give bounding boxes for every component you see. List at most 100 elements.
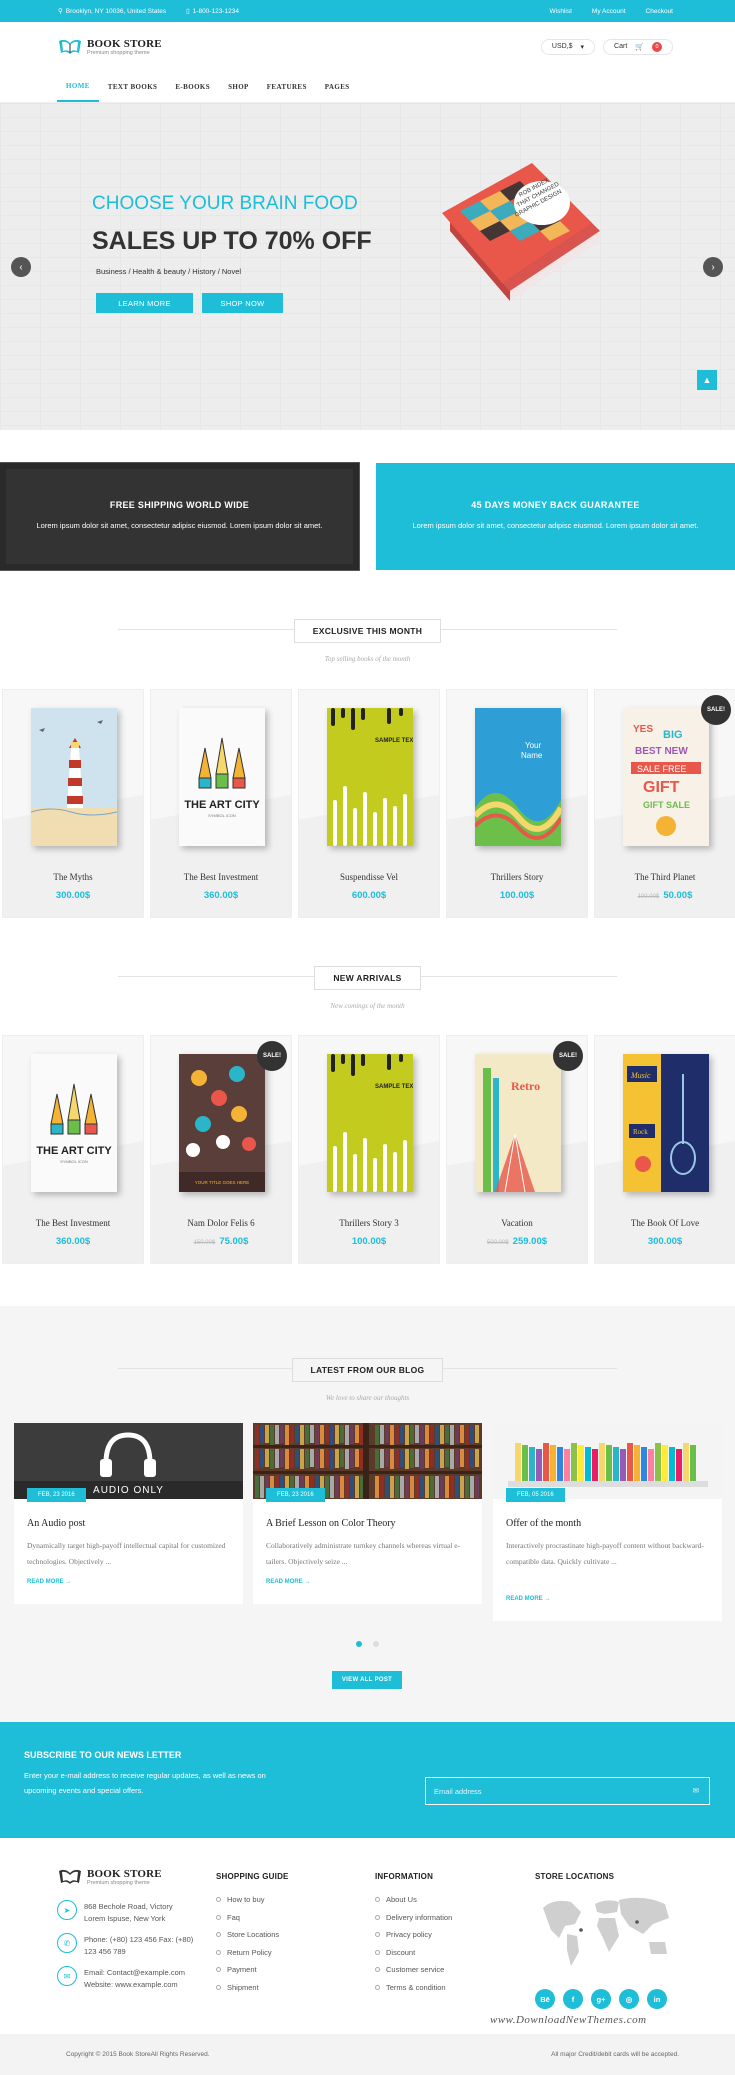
svg-text:Name: Name: [521, 751, 543, 760]
product-card[interactable]: SALE! YOUR TITLE GOES HERE Nam Dolor Felis…: [150, 1035, 292, 1264]
product-card[interactable]: SAMPLE TEXT Thrillers Story 3 100.00$: [298, 1035, 440, 1264]
send-icon[interactable]: ✉: [693, 1786, 699, 1795]
linkedin-icon[interactable]: in: [647, 1989, 667, 2009]
slider-prev-button[interactable]: ‹: [11, 257, 31, 277]
guide-link[interactable]: How to buy: [216, 1895, 265, 1904]
new-arrival-products: THE ART CITY SYMBOL ICON The Best Investme…: [2, 1035, 735, 1264]
product-cover-image[interactable]: Your Name: [475, 708, 561, 846]
info-link[interactable]: Privacy policy: [375, 1930, 432, 1939]
brand-tagline: Premium shopping theme: [87, 49, 150, 56]
google-plus-icon[interactable]: g+: [591, 1989, 611, 2009]
section-subtitle: Top selling books of the month: [324, 655, 411, 663]
product-price: 300.00$: [55, 890, 91, 901]
guide-link[interactable]: Faq: [216, 1913, 240, 1922]
post-title[interactable]: Offer of the month: [506, 1518, 581, 1529]
email-input[interactable]: Email address ✉: [425, 1777, 710, 1805]
product-card[interactable]: THE ART CITY SYMBOL ICON The Best Investme…: [2, 1035, 144, 1264]
blog-post[interactable]: FEB, 23 2016 A Brief Lesson on Color The…: [253, 1423, 482, 1604]
phone-icon: ▯: [186, 8, 190, 15]
product-name[interactable]: Thrillers Story 3: [299, 1218, 439, 1228]
guide-link[interactable]: Shipment: [216, 1983, 259, 1992]
info-link[interactable]: About Us: [375, 1895, 417, 1904]
product-name[interactable]: The Myths: [3, 872, 143, 882]
product-name[interactable]: Suspendisse Vel: [299, 872, 439, 882]
nav-features[interactable]: FEATURES: [258, 71, 316, 102]
section-title: EXCLUSIVE THIS MONTH: [293, 619, 442, 643]
post-title[interactable]: A Brief Lesson on Color Theory: [266, 1518, 396, 1529]
view-all-post-button[interactable]: VIEW ALL POST: [332, 1671, 402, 1689]
guide-link[interactable]: Store Locations: [216, 1930, 279, 1939]
footer-address: 868 Bechole Road, Victory Lorem Ispuse, N…: [84, 1902, 173, 1923]
payment-note: All major Credit/debit cards will be acc…: [551, 2051, 679, 2058]
my-account-link[interactable]: My Account: [592, 8, 626, 15]
cart-button[interactable]: Cart 🛒 0: [603, 38, 673, 55]
product-name[interactable]: Nam Dolor Felis 6: [151, 1218, 291, 1228]
section-subtitle: We love to share our thoughts: [325, 1394, 410, 1402]
blog-post[interactable]: AUDIO ONLY FEB, 23 2016 An Audio post Dy…: [14, 1423, 243, 1604]
product-cover-image[interactable]: Retro: [475, 1054, 561, 1192]
info-link[interactable]: Discount: [375, 1948, 415, 1957]
svg-text:Music: Music: [630, 1071, 651, 1080]
brand-name: BOOK STORE: [87, 37, 162, 50]
cart-icon: 🛒: [635, 43, 644, 51]
guide-link[interactable]: Payment: [216, 1965, 257, 1974]
product-cover-image[interactable]: SAMPLE TEXT: [327, 708, 413, 846]
info-link[interactable]: Customer service: [375, 1965, 444, 1974]
currency-select[interactable]: USD,$ ▾: [540, 38, 596, 55]
info-link[interactable]: Terms & condition: [375, 1983, 446, 1992]
read-more-link[interactable]: READ MORE →: [266, 1579, 310, 1585]
product-card[interactable]: THE ART CITY SYMBOL ICON The Best Investme…: [150, 689, 292, 918]
product-cover-image[interactable]: Music Rock: [623, 1054, 709, 1192]
checkout-link[interactable]: Checkout: [646, 8, 673, 15]
carousel-dot[interactable]: [373, 1641, 379, 1647]
read-more-link[interactable]: READ MORE →: [27, 1579, 71, 1585]
product-name[interactable]: The Third Planet: [595, 872, 735, 882]
blog-post[interactable]: FEB, 05 2016 Offer of the month Interact…: [493, 1423, 722, 1621]
product-cover-image[interactable]: THE ART CITY SYMBOL ICON: [31, 1054, 117, 1192]
product-card[interactable]: SAMPLE TEXT Suspendisse Vel 600.00$: [298, 689, 440, 918]
product-name[interactable]: The Best Investment: [3, 1218, 143, 1228]
shop-now-button[interactable]: SHOP NOW: [202, 293, 283, 313]
product-name[interactable]: Vacation: [447, 1218, 587, 1228]
product-card[interactable]: Your Name Thrillers Story 100.00$: [446, 689, 588, 918]
read-more-link[interactable]: READ MORE →: [506, 1596, 550, 1602]
instagram-icon[interactable]: ◎: [619, 1989, 639, 2009]
logo[interactable]: BOOK STORE Premium shopping theme: [58, 38, 162, 56]
back-to-top-button[interactable]: ▲: [697, 370, 717, 390]
world-map-image[interactable]: [533, 1890, 679, 1970]
hero-book-image: ROB INDEX THAT CHANGED GRAPHIC DESIGN: [442, 163, 600, 301]
product-card[interactable]: SALE! Retro Vacation 500.00$ 259.00$: [446, 1035, 588, 1264]
product-card[interactable]: SALE! YES BIG BEST NEW SALE FREE GIFT GIFT SAL…: [594, 689, 735, 918]
nav-home[interactable]: HOME: [57, 71, 99, 102]
old-price: 150.00$: [193, 1240, 216, 1246]
nav-shop[interactable]: SHOP: [219, 71, 258, 102]
footer-logo[interactable]: BOOK STORE Premium shopping theme: [58, 1868, 162, 1886]
facebook-icon[interactable]: f: [563, 1989, 583, 2009]
product-price: 150.00$ 75.00$: [193, 1236, 249, 1247]
slider-next-button[interactable]: ›: [703, 257, 723, 277]
nav-e-books[interactable]: E-BOOKS: [166, 71, 219, 102]
product-name[interactable]: Thrillers Story: [447, 872, 587, 882]
product-name[interactable]: The Best Investment: [151, 872, 291, 882]
sale-badge: SALE!: [553, 1041, 583, 1071]
product-cover-image[interactable]: YES BIG BEST NEW SALE FREE GIFT GIFT SALE: [623, 708, 709, 846]
product-card[interactable]: The Myths 300.00$: [2, 689, 144, 918]
info-link[interactable]: Delivery information: [375, 1913, 452, 1922]
product-name[interactable]: The Book Of Love: [595, 1218, 735, 1228]
nav-text-books[interactable]: TEXT BOOKS: [99, 71, 167, 102]
product-cover-image[interactable]: SAMPLE TEXT: [327, 1054, 413, 1192]
product-card[interactable]: Music Rock The Book Of Love 300.00$: [594, 1035, 735, 1264]
post-title[interactable]: An Audio post: [27, 1518, 85, 1529]
wishlist-link[interactable]: Wishlist: [550, 8, 572, 15]
carousel-dot-active[interactable]: [356, 1641, 362, 1647]
guide-link[interactable]: Return Policy: [216, 1948, 272, 1957]
product-cover-image[interactable]: THE ART CITY SYMBOL ICON: [179, 708, 265, 846]
product-cover-image[interactable]: [31, 708, 117, 846]
learn-more-button[interactable]: LEARN MORE: [96, 293, 193, 313]
post-date: FEB, 23 2016: [266, 1488, 325, 1502]
section-title: LATEST FROM OUR BLOG: [291, 1358, 444, 1382]
behance-icon[interactable]: Bē: [535, 1989, 555, 2009]
nav-pages[interactable]: PAGES: [316, 71, 359, 102]
footer-phone: Phone: (+80) 123 456 Fax: (+80) 123 456 7…: [84, 1935, 194, 1956]
product-cover-image[interactable]: YOUR TITLE GOES HERE: [179, 1054, 265, 1192]
